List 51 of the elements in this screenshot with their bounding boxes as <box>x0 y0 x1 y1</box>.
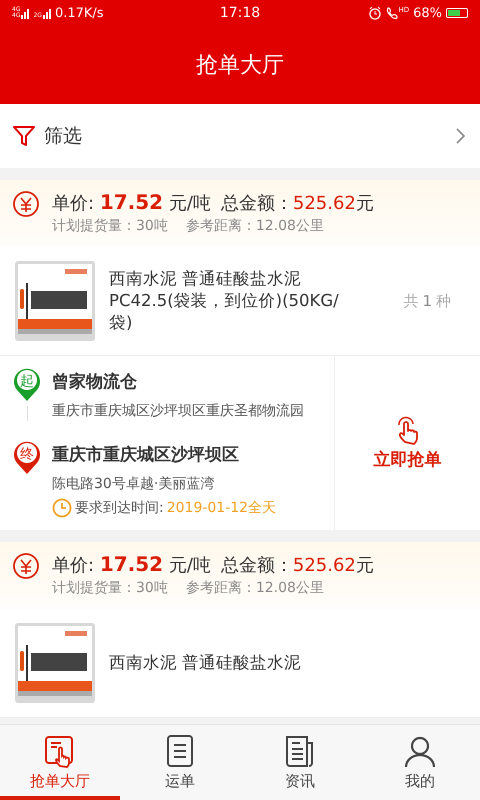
count-suffix: 种 <box>436 292 451 310</box>
price-unit: 元/吨 <box>168 193 211 214</box>
filter-row[interactable]: 筛选 <box>0 104 480 168</box>
price-label: 单价: <box>52 193 94 214</box>
signal-icon <box>21 7 30 19</box>
yuan-icon <box>12 552 40 580</box>
product-name: 西南水泥 普通硅酸盐水泥 <box>109 652 302 674</box>
reference-distance: 参考距离：12.08公里 <box>186 579 324 597</box>
filter-label: 筛选 <box>44 124 82 149</box>
total-unit: 元 <box>356 555 374 576</box>
tab-item[interactable]: 运单 <box>120 725 240 800</box>
unit-price: 17.52 <box>100 552 164 576</box>
clock-icon <box>52 498 72 518</box>
chevron-right-icon <box>455 127 466 145</box>
page-title: 抢单大厅 <box>196 52 284 80</box>
reference-distance: 参考距离：12.08公里 <box>186 217 324 235</box>
pin-label: 起 <box>20 374 34 390</box>
planned-quantity: 计划提货量：30吨 <box>52 217 168 235</box>
total-amount: 525.62 <box>292 193 356 214</box>
tab-item[interactable]: 资讯 <box>240 725 360 800</box>
alarm-icon <box>368 6 382 20</box>
total-amount: 525.62 <box>292 555 356 576</box>
stop-address: 重庆市重庆城区沙坪坝区重庆圣都物流园 <box>52 402 305 421</box>
price-label: 单价: <box>52 555 94 576</box>
filter-icon <box>12 124 36 148</box>
unit-price: 17.52 <box>100 190 164 214</box>
battery-icon <box>446 8 468 18</box>
signal-icon <box>42 7 51 19</box>
tab-item[interactable]: 抢单大厅 <box>0 725 120 800</box>
battery-percent: 68% <box>413 6 442 20</box>
total-label: 总金额： <box>220 555 293 576</box>
price-unit: 元/吨 <box>168 555 211 576</box>
total-label: 总金额： <box>220 193 293 214</box>
stop-name: 曾家物流仓 <box>52 371 138 393</box>
planned-quantity: 计划提货量：30吨 <box>52 579 168 597</box>
pin-label: 终 <box>20 446 34 462</box>
person-icon <box>403 734 437 768</box>
count-value: 1 <box>422 292 432 310</box>
arrival-label: 要求到达时间: <box>75 499 164 517</box>
grab-order-button[interactable]: 立即抢单 <box>335 356 480 530</box>
phone-icon <box>386 6 398 20</box>
stop-address: 陈电路30号卓越·美丽蓝湾 <box>52 475 216 494</box>
network-speed: 0.17K/s <box>54 6 104 20</box>
total-unit: 元 <box>356 193 374 214</box>
count-prefix: 共 <box>403 292 418 310</box>
stop-name: 重庆市重庆城区沙坪坝区 <box>52 444 240 466</box>
clock: 17:18 <box>220 5 260 21</box>
yuan-icon <box>12 190 40 218</box>
tab-item[interactable]: 我的 <box>360 725 480 800</box>
arrival-time: 2019-01-12全天 <box>166 499 276 517</box>
product-name: 西南水泥 普通硅酸盐水泥 PC42.5(袋装，到位价)(50KG/袋) <box>109 268 340 334</box>
